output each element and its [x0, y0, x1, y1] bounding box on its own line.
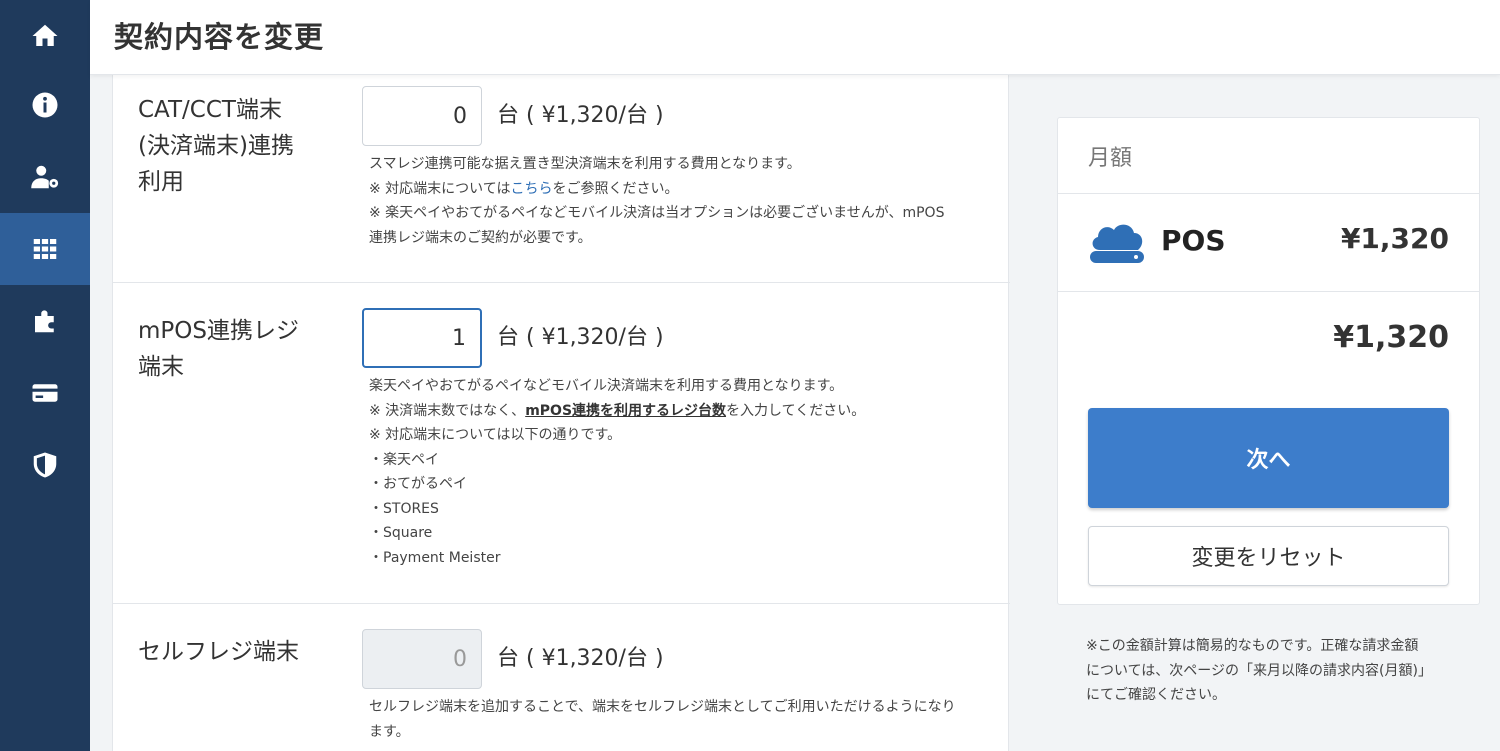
description-line: ※ 対応端末については以下の通りです。 [369, 427, 622, 443]
page-header: 契約内容を変更 [90, 0, 1500, 75]
description-line: セルフレジ端末を追加することで、端末をセルフレジ端末としてご利用いただけるように… [369, 699, 956, 715]
sidebar [0, 0, 90, 751]
summary-header: 月額 [1058, 118, 1479, 194]
grid-icon [33, 239, 57, 259]
supported-device-item: ・STORES [369, 500, 439, 517]
unit-price-text: 台 ( ¥1,320/台 ) [497, 325, 664, 350]
contract-form: CAT/CCT端末 (決済端末)連携 利用 台 ( ¥1,320/台 ) スマレ… [112, 75, 1010, 751]
sidebar-item-home[interactable] [0, 0, 90, 72]
option-label-line: 利用 [138, 169, 184, 195]
unit-price-text: 台 ( ¥1,320/台 ) [497, 646, 664, 671]
note-line: にてご確認ください。 [1086, 687, 1226, 703]
description-line: ※ 対応端末についてはこちらをご参照ください。 [369, 177, 979, 202]
calculation-note: ※この金額計算は簡易的なものです。正確な請求金額 については、次ページの「来月以… [1086, 634, 1466, 708]
credit-card-icon [32, 384, 58, 402]
cloud-pos-icon [1090, 224, 1144, 263]
description-line: ※ 楽天ペイやおてがるペイなどモバイル決済は当オプションは必要ございませんが、m… [369, 205, 945, 221]
option-description: スマレジ連携可能な据え置き型決済端末を利用する費用となります。 ※ 対応端末につ… [369, 152, 979, 250]
option-description: 楽天ペイやおてがるペイなどモバイル決済端末を利用する費用となります。 ※ 決済端… [369, 374, 979, 570]
option-label-line: 端末 [138, 354, 184, 380]
description-line: ます。 [369, 723, 410, 740]
info-icon [32, 92, 58, 118]
note-line: ※この金額計算は簡易的なものです。正確な請求金額 [1086, 638, 1419, 654]
option-label: mPOS連携レジ 端末 [138, 313, 338, 385]
summary-item-name: POS [1161, 224, 1226, 257]
option-label: セルフレジ端末 [138, 634, 338, 670]
sidebar-item-addons[interactable] [0, 285, 90, 357]
summary-heading: 月額 [1088, 146, 1133, 171]
option-label-line: セルフレジ端末 [138, 639, 299, 665]
description-text: ※ 決済端末数ではなく、 [369, 402, 526, 419]
description-line: 連携レジ端末のご契約が必要です。 [369, 229, 592, 246]
summary-item-price: ¥1,320 [1340, 222, 1449, 255]
option-row-cat-cct: CAT/CCT端末 (決済端末)連携 利用 台 ( ¥1,320/台 ) スマレ… [113, 75, 1010, 283]
supported-device-item: ・Square [369, 525, 433, 541]
sidebar-item-account-settings[interactable] [0, 141, 90, 213]
next-button[interactable]: 次へ [1088, 408, 1449, 508]
description-text: ※ 対応端末については [369, 180, 511, 197]
cat-cct-quantity-input[interactable] [362, 86, 482, 146]
note-line: については、次ページの「来月以降の請求内容(月額)」 [1086, 662, 1432, 679]
puzzle-icon [35, 310, 54, 333]
page-title: 契約内容を変更 [114, 20, 325, 54]
description-line: スマレジ連携可能な据え置き型決済端末を利用する費用となります。 [369, 156, 801, 172]
option-label-line: CAT/CCT端末 [138, 97, 282, 123]
option-label: CAT/CCT端末 (決済端末)連携 利用 [138, 92, 338, 200]
sidebar-item-info[interactable] [0, 69, 90, 141]
summary-total: ¥1,320 [1333, 320, 1449, 355]
supported-device-item: ・Payment Meister [369, 549, 501, 566]
description-line: ※ 決済端末数ではなく、mPOS連携を利用するレジ台数を入力してください。 [369, 399, 979, 424]
self-register-quantity-input [362, 629, 482, 689]
mpos-quantity-input[interactable] [362, 308, 482, 368]
shield-icon [33, 452, 57, 478]
sidebar-item-contract[interactable] [0, 213, 90, 285]
supported-devices-link[interactable]: こちら [510, 181, 552, 197]
home-icon [32, 24, 58, 46]
emphasis-text: mPOS連携を利用するレジ台数 [525, 402, 727, 419]
unit-price-text: 台 ( ¥1,320/台 ) [497, 103, 664, 128]
option-row-self-register: セルフレジ端末 台 ( ¥1,320/台 ) セルフレジ端末を追加することで、端… [113, 604, 1010, 751]
description-text: を入力してください。 [726, 402, 866, 419]
supported-device-item: ・おてがるペイ [369, 476, 467, 492]
user-settings-icon [31, 165, 59, 189]
supported-device-item: ・楽天ペイ [369, 451, 439, 468]
description-line: 楽天ペイやおてがるペイなどモバイル決済端末を利用する費用となります。 [369, 378, 844, 394]
option-row-mpos: mPOS連携レジ 端末 台 ( ¥1,320/台 ) 楽天ペイやおてがるペイなど… [113, 283, 1010, 604]
sidebar-item-security[interactable] [0, 429, 90, 501]
monthly-summary-panel: 月額 POS ¥1,320 ¥1,320 次へ 変更をリセット [1057, 117, 1480, 605]
option-label-line: mPOS連携レジ [138, 318, 299, 344]
summary-item-pos: POS ¥1,320 [1058, 194, 1479, 292]
sidebar-item-payment[interactable] [0, 357, 90, 429]
option-description: セルフレジ端末を追加することで、端末をセルフレジ端末としてご利用いただけるように… [369, 695, 979, 744]
reset-changes-button[interactable]: 変更をリセット [1088, 526, 1449, 586]
option-label-line: (決済端末)連携 [138, 133, 294, 159]
description-text: をご参照ください。 [552, 180, 679, 197]
